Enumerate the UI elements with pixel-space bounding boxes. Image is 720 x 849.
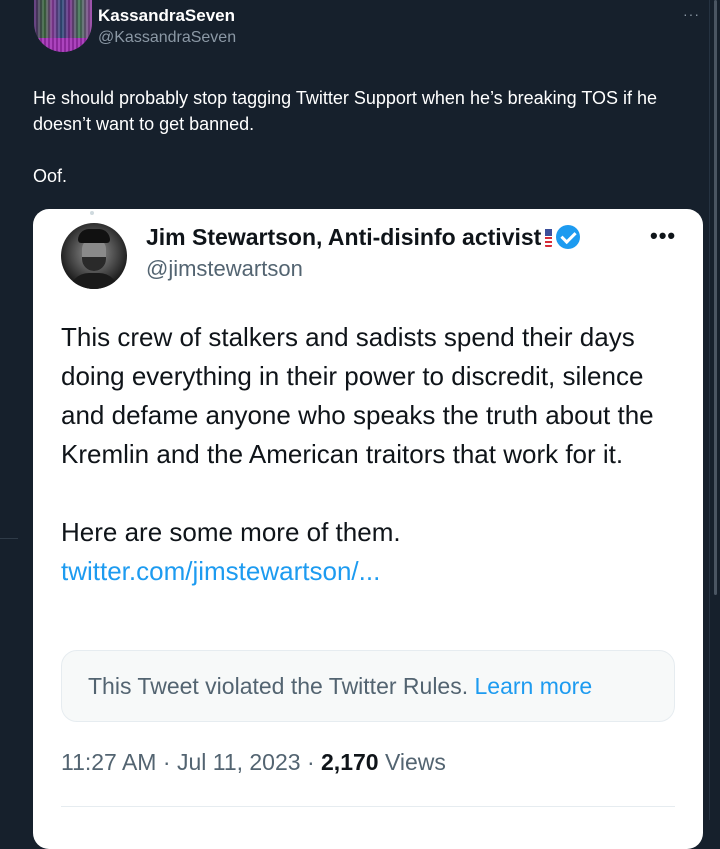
views-label: Views [384,749,446,775]
quoted-avatar[interactable] [61,223,127,289]
tweet-date[interactable]: Jul 11, 2023 [177,749,301,775]
divider [61,806,675,807]
decorative-dot [90,211,94,215]
quoted-paragraph: Here are some more of them. [61,517,401,547]
more-options-icon[interactable]: ••• [650,223,676,249]
violation-text: This Tweet violated the Twitter Rules. [88,673,469,699]
us-flag-icon [545,229,553,247]
quoted-paragraph: This crew of stalkers and sadists spend … [61,322,654,469]
tweet-text: He should probably stop tagging Twitter … [33,85,683,189]
quoted-tweet-text: This crew of stalkers and sadists spend … [61,318,691,591]
learn-more-link[interactable]: Learn more [475,673,593,699]
views-count[interactable]: 2,170 [321,749,379,775]
quoted-author-name-text[interactable]: Jim Stewartson, Anti-disinfo activist [146,224,541,250]
verified-badge-icon [556,225,581,249]
tweet-meta: 11:27 AM · Jul 11, 2023 · 2,170 Views [61,749,446,776]
separator: · [162,749,171,775]
quoted-author-name[interactable]: Jim Stewartson, Anti-disinfo activist [146,224,581,251]
more-options-icon[interactable]: ··· [683,6,700,22]
author-name[interactable]: KassandraSeven [98,6,235,26]
separator: · [306,749,315,775]
tweet-time[interactable]: 11:27 AM [61,749,156,775]
author-handle[interactable]: @KassandraSeven [98,29,236,47]
violation-notice: This Tweet violated the Twitter Rules. L… [61,650,675,722]
quoted-author-handle[interactable]: @jimstewartson [146,256,303,282]
scrollbar[interactable] [714,0,717,595]
avatar[interactable] [34,0,92,52]
tweet-text-line: He should probably stop tagging Twitter … [33,88,658,134]
quoted-tweet-card[interactable]: Jim Stewartson, Anti-disinfo activist @j… [33,209,703,849]
tweet-text-line: Oof. [33,166,68,186]
column-border [709,0,710,820]
divider [0,538,18,539]
tweet-link[interactable]: twitter.com/jimstewartson/... [61,556,380,586]
